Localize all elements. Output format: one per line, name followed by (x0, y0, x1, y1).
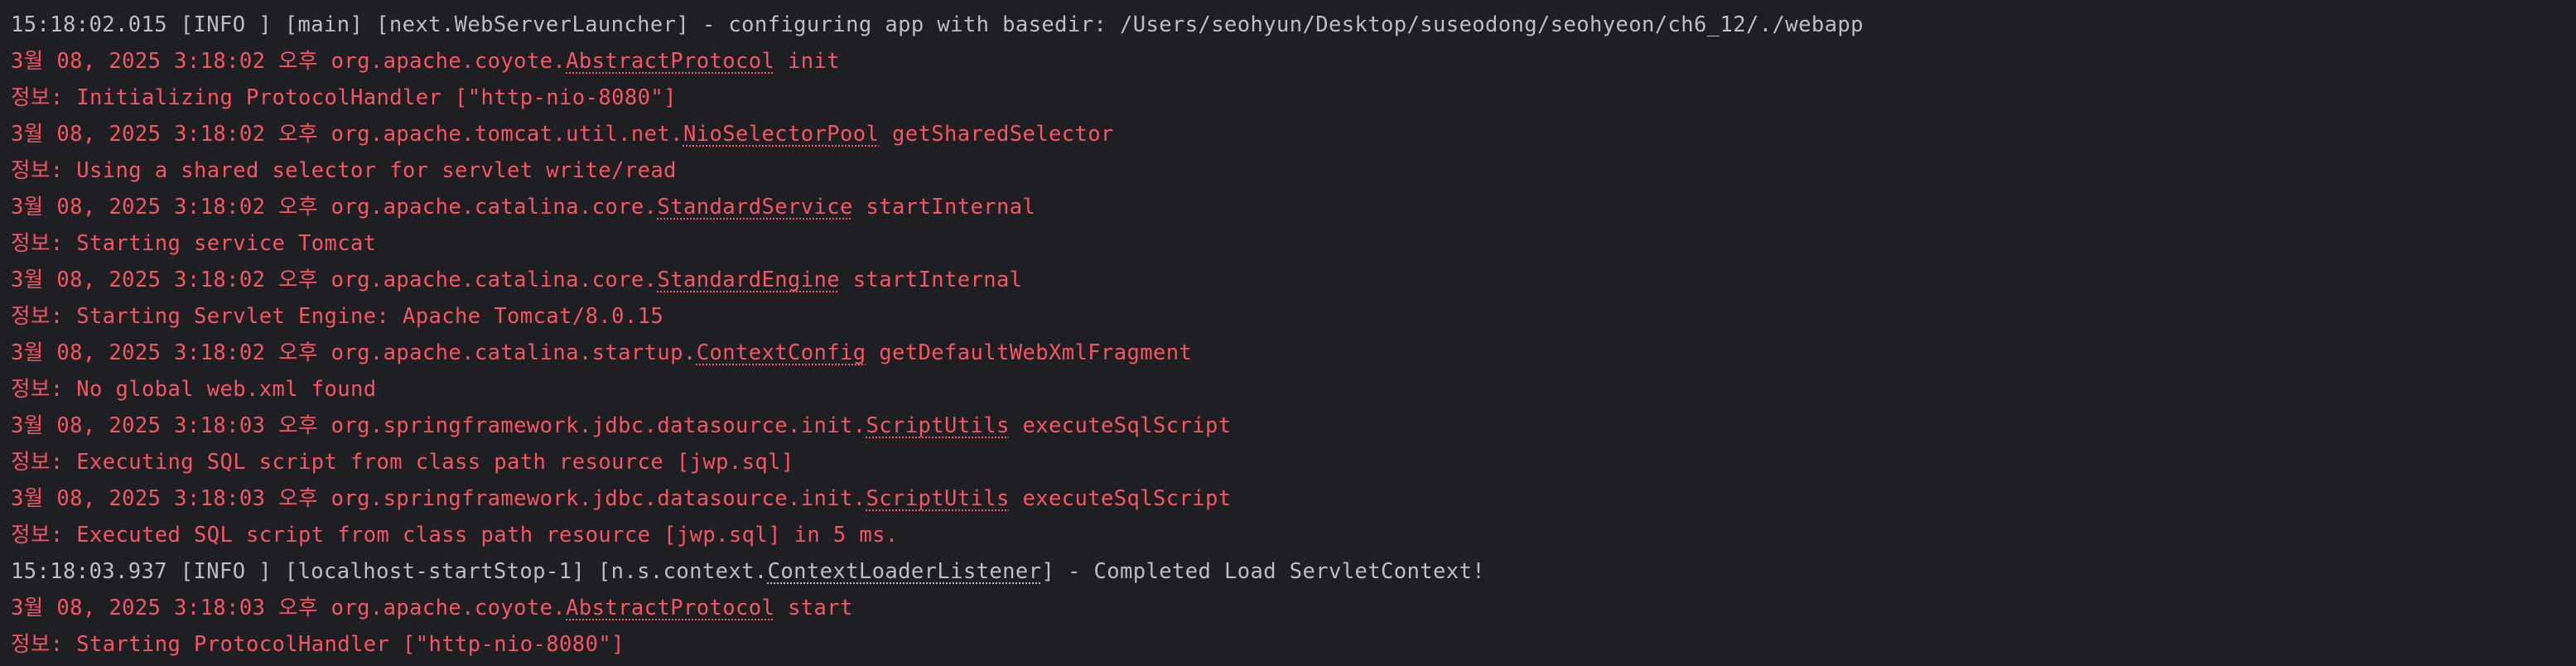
log-text: ] - Completed Load ServletContext! (1041, 559, 1486, 584)
class-link[interactable]: NioSelectorPool (683, 122, 879, 147)
log-line-stderr: 3월 08, 2025 3:18:03 오후 org.apache.coyote… (11, 590, 2576, 626)
log-line-stderr: 3월 08, 2025 3:18:03 오후 org.springframewo… (11, 480, 2576, 517)
log-text: 정보: Starting ProtocolHandler ["http-nio-… (11, 632, 625, 657)
log-line-stderr: 3월 08, 2025 3:18:02 오후 org.apache.catali… (11, 335, 2576, 371)
log-text: 정보: Executing SQL script from class path… (11, 450, 794, 475)
class-link[interactable]: StandardEngine (657, 268, 840, 292)
log-text: init (774, 49, 840, 74)
class-link[interactable]: ContextConfig (697, 340, 866, 365)
class-link[interactable]: AbstractProtocol (566, 596, 774, 620)
log-line-stderr: 3월 08, 2025 3:18:03 오후 org.springframewo… (11, 408, 2576, 444)
log-text: 3월 08, 2025 3:18:02 오후 org.apache.coyote… (11, 49, 567, 74)
class-link[interactable]: ContextLoaderListener (768, 559, 1042, 584)
log-text: 3월 08, 2025 3:18:03 오후 org.springframewo… (11, 486, 866, 511)
log-line-stderr: 정보: Starting ProtocolHandler ["http-nio-… (11, 626, 2576, 663)
log-text: 정보: Using a shared selector for servlet … (11, 158, 677, 183)
log-line-stderr: 정보: Executing SQL script from class path… (11, 444, 2576, 480)
log-text: start (774, 596, 853, 620)
console-output[interactable]: 15:18:02.015 [INFO ] [main] [next.WebSer… (0, 0, 2576, 666)
log-text: 정보: Initializing ProtocolHandler ["http-… (11, 85, 677, 110)
log-line-stderr: 3월 08, 2025 3:18:02 오후 org.apache.tomcat… (11, 116, 2576, 152)
log-text: 3월 08, 2025 3:18:02 오후 org.apache.catali… (11, 195, 658, 220)
log-line-stderr: 3월 08, 2025 3:18:02 오후 org.apache.coyote… (11, 43, 2576, 80)
log-text: 정보: No global web.xml found (11, 377, 377, 402)
log-line-stderr: 정보: No global web.xml found (11, 371, 2576, 408)
log-text: executeSqlScript (1009, 413, 1232, 438)
log-line-stderr: 정보: Initializing ProtocolHandler ["http-… (11, 80, 2576, 116)
log-line-stderr: 3월 08, 2025 3:18:02 오후 org.apache.catali… (11, 189, 2576, 225)
log-line-stderr: 3월 08, 2025 3:18:02 오후 org.apache.catali… (11, 262, 2576, 298)
log-text: 3월 08, 2025 3:18:02 오후 org.apache.tomcat… (11, 122, 683, 147)
log-text: executeSqlScript (1009, 486, 1232, 511)
log-text: 3월 08, 2025 3:18:03 오후 org.springframewo… (11, 413, 866, 438)
log-line-info: 15:18:02.015 [INFO ] [main] [next.WebSer… (11, 7, 2576, 43)
log-line-stderr: 정보: Starting service Tomcat (11, 225, 2576, 262)
log-text: 3월 08, 2025 3:18:02 오후 org.apache.catali… (11, 340, 697, 365)
log-text: 정보: Starting Servlet Engine: Apache Tomc… (11, 304, 664, 329)
class-link[interactable]: StandardService (657, 195, 852, 220)
class-link[interactable]: ScriptUtils (866, 486, 1009, 511)
class-link[interactable]: ScriptUtils (866, 413, 1009, 438)
class-link[interactable]: AbstractProtocol (566, 49, 774, 74)
log-text: 정보: Executed SQL script from class path … (11, 523, 899, 548)
log-text: 15:18:03.937 [INFO ] [localhost-startSto… (11, 559, 768, 584)
log-text: startInternal (839, 268, 1023, 292)
log-line-stderr: 정보: Using a shared selector for servlet … (11, 152, 2576, 189)
log-text: startInternal (852, 195, 1036, 220)
log-text: 3월 08, 2025 3:18:03 오후 org.apache.coyote… (11, 596, 567, 620)
log-line-stderr: 정보: Executed SQL script from class path … (11, 517, 2576, 553)
log-text: 정보: Starting service Tomcat (11, 231, 377, 256)
log-text: 3월 08, 2025 3:18:02 오후 org.apache.catali… (11, 268, 658, 292)
log-text: getDefaultWebXmlFragment (866, 340, 1193, 365)
log-text: getSharedSelector (879, 122, 1114, 147)
log-line-stderr: 정보: Starting Servlet Engine: Apache Tomc… (11, 298, 2576, 335)
log-text: 15:18:02.015 [INFO ] [main] [next.WebSer… (11, 12, 1864, 37)
log-line-info: 15:18:03.937 [INFO ] [localhost-startSto… (11, 553, 2576, 590)
